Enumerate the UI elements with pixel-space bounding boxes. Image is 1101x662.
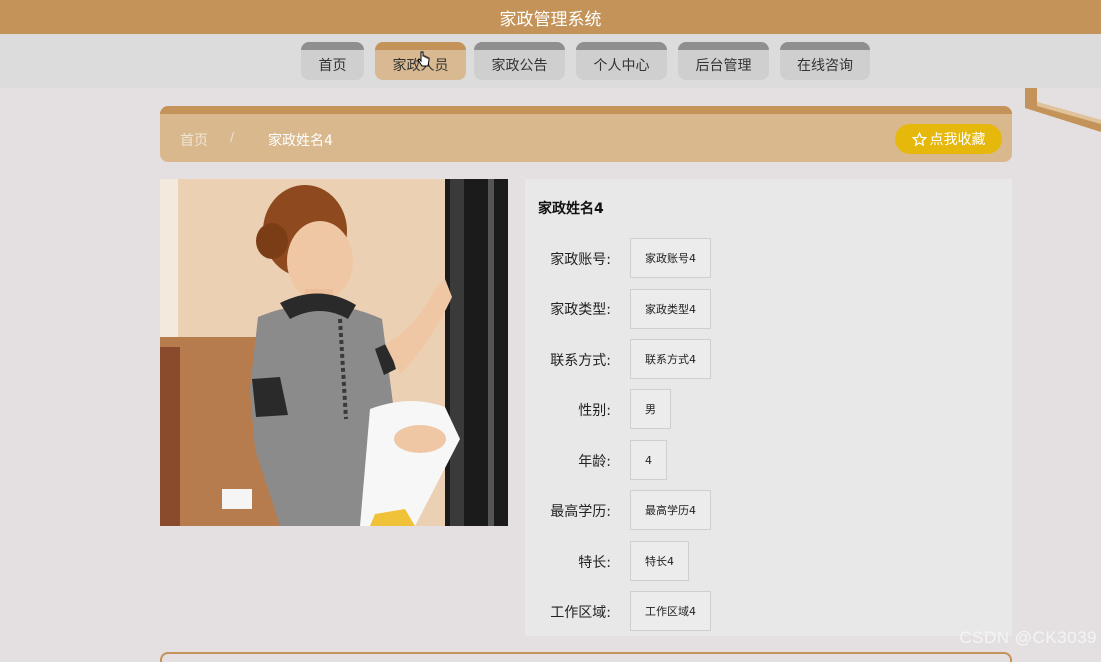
field-label-age: 年龄: [578, 454, 611, 470]
nav-item-notices[interactable]: 家政公告 [474, 42, 565, 80]
field-label-specialty: 特长: [578, 555, 611, 571]
detail-panel: 家政姓名4 家政账号: 家政账号4 家政类型: 家政类型4 联系方式: 联系方式… [525, 179, 1012, 636]
nav-item-admin[interactable]: 后台管理 [678, 42, 769, 80]
staff-photo [160, 179, 508, 526]
breadcrumb-separator: / [230, 130, 235, 144]
breadcrumb-current: 家政姓名4 [268, 133, 333, 149]
field-value-age: 4 [630, 440, 667, 480]
field-value-type: 家政类型4 [630, 289, 711, 329]
breadcrumb: 首页 / 家政姓名4 点我收藏 [160, 106, 1012, 162]
corner-decoration [1025, 88, 1101, 132]
field-label-account: 家政账号: [550, 252, 611, 268]
nav-bar: 首页 家政人员 家政公告 个人中心 后台管理 在线咨询 [0, 34, 1101, 88]
field-label-gender: 性别: [578, 403, 611, 419]
detail-title: 家政姓名4 [538, 201, 604, 217]
watermark: CSDN @CK3039 [959, 628, 1097, 647]
star-outline-icon [911, 131, 927, 146]
field-label-education: 最高学历: [550, 504, 611, 520]
field-value-contact: 联系方式4 [630, 339, 711, 379]
app-title: 家政管理系统 [499, 9, 602, 30]
field-value-work-area: 工作区域4 [630, 591, 711, 631]
field-label-type: 家政类型: [550, 302, 611, 318]
field-value-gender: 男 [630, 389, 671, 429]
breadcrumb-home[interactable]: 首页 [180, 130, 208, 150]
field-label-contact: 联系方式: [550, 353, 611, 369]
top-header: 家政管理系统 [0, 0, 1101, 34]
field-value-account: 家政账号4 [630, 238, 711, 278]
hand-cursor-icon [417, 51, 430, 67]
bottom-section-edge [160, 652, 1012, 662]
field-label-work-area: 工作区域: [550, 605, 611, 621]
nav-item-consult[interactable]: 在线咨询 [780, 42, 870, 80]
nav-item-home[interactable]: 首页 [301, 42, 364, 80]
field-value-education: 最高学历4 [630, 490, 711, 530]
nav-item-personal-center[interactable]: 个人中心 [576, 42, 667, 80]
field-value-specialty: 特长4 [630, 541, 689, 581]
favorite-label: 点我收藏 [929, 132, 986, 148]
favorite-button[interactable]: 点我收藏 [895, 124, 1002, 154]
